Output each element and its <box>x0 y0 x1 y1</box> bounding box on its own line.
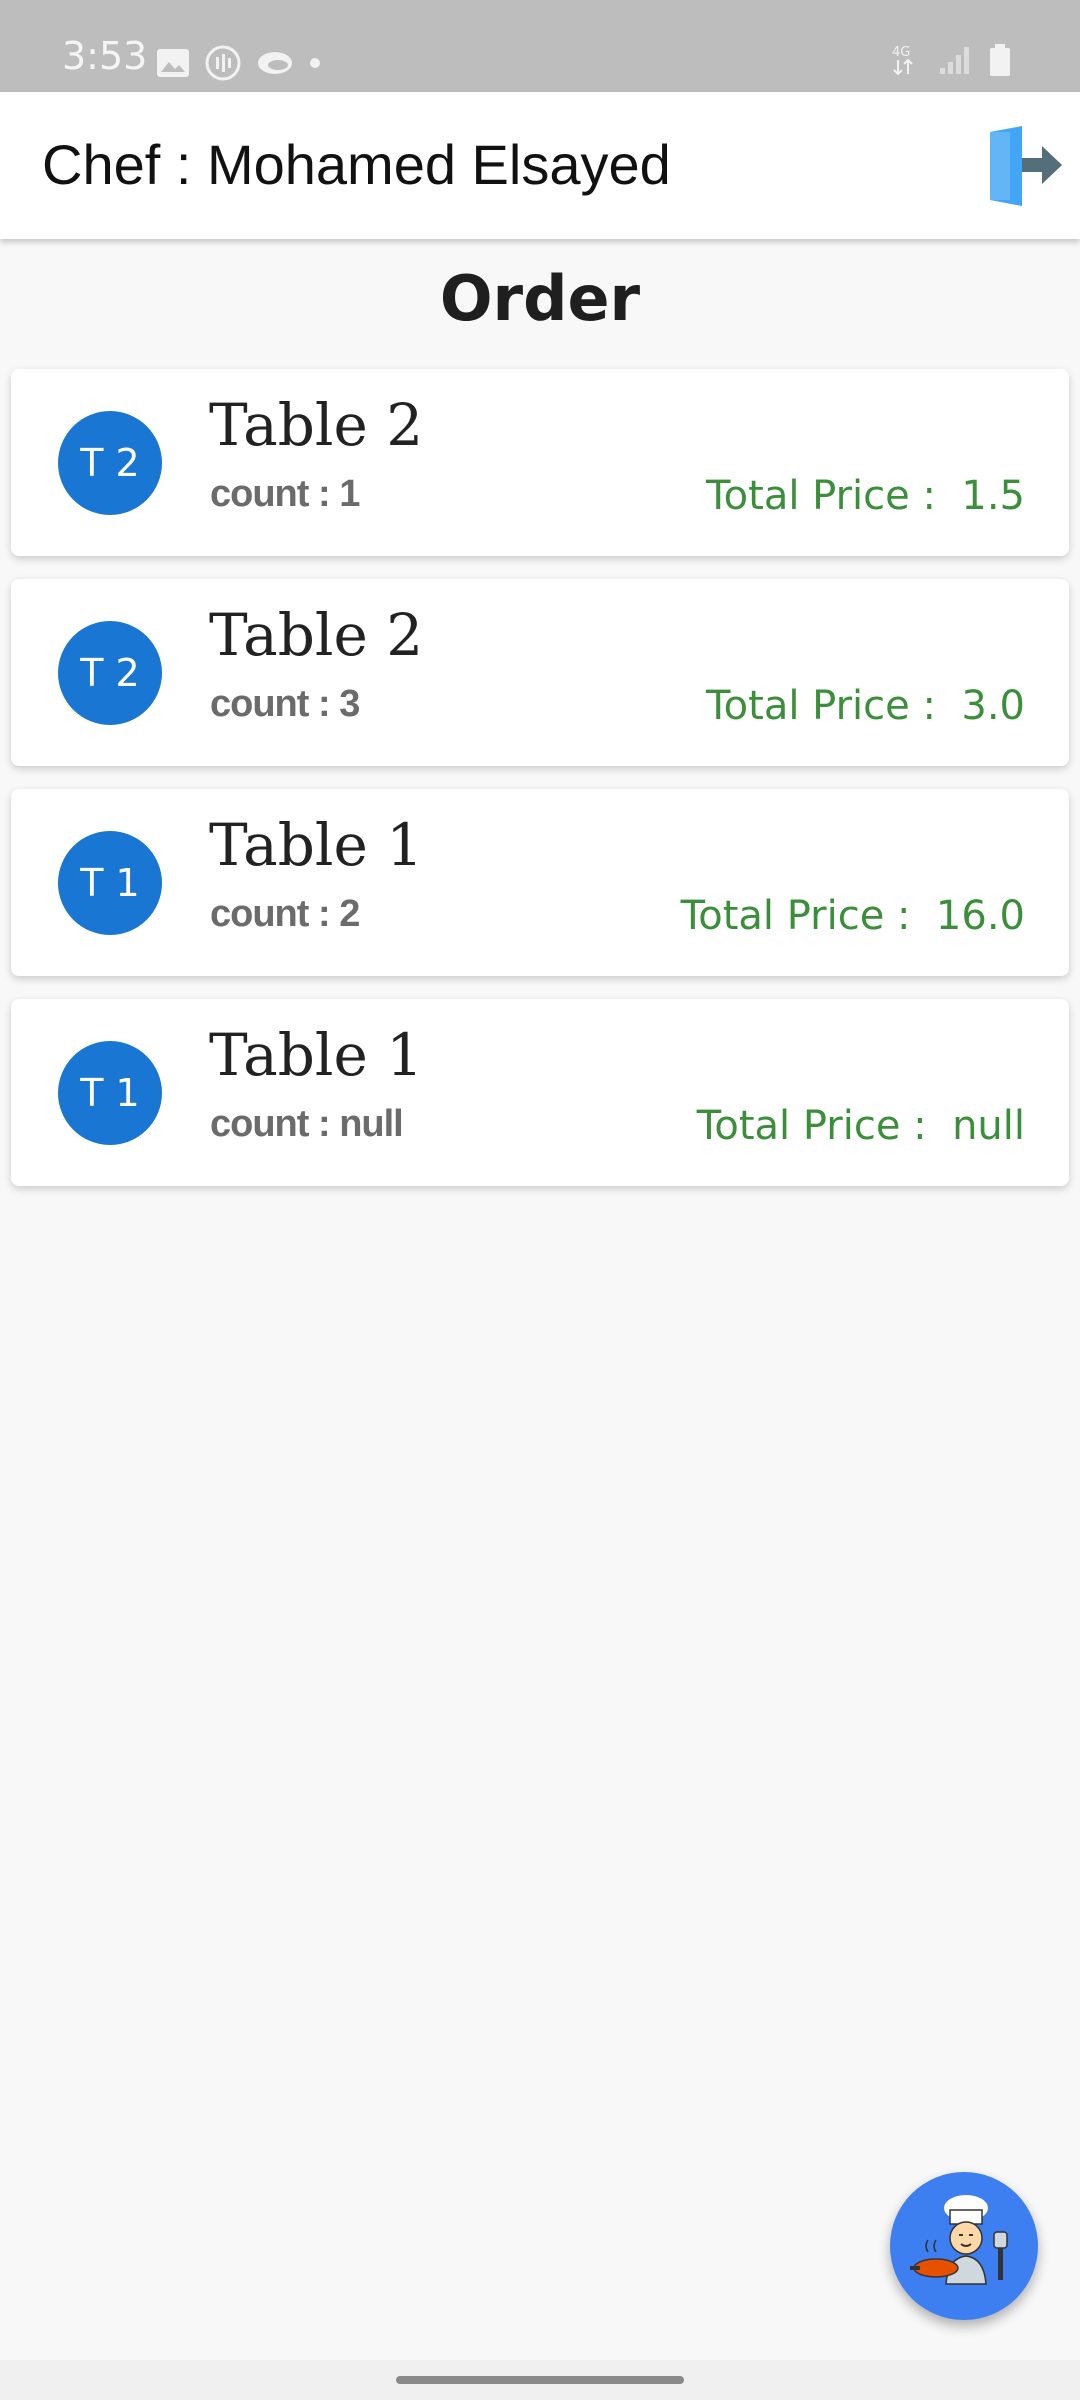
total-price: Total Price : 16.0 <box>680 893 1025 939</box>
chef-cooking-icon <box>910 2195 1008 2285</box>
table-name: Table 2 <box>209 601 424 669</box>
signal-icon <box>940 47 969 74</box>
chef-fab-button[interactable] <box>890 2172 1038 2320</box>
order-count: count : 1 <box>210 473 360 515</box>
navigation-bar <box>0 2360 1080 2400</box>
section-title: Order <box>439 262 641 335</box>
order-card[interactable]: T 1 Table 1 count : 2 Total Price : 16.0 <box>11 789 1069 976</box>
order-list: T 2 Table 2 count : 1 Total Price : 1.5 … <box>11 369 1069 1209</box>
total-price: Total Price : 1.5 <box>706 473 1025 519</box>
svg-text:4G: 4G <box>892 45 910 60</box>
page-title: Chef : Mohamed Elsayed <box>42 133 671 196</box>
status-time: 3:53 <box>62 34 148 78</box>
cloud-icon <box>258 52 292 74</box>
system-icons: 4G <box>890 42 1012 78</box>
table-avatar: T 1 <box>58 1041 162 1145</box>
table-name: Table 2 <box>209 391 424 459</box>
logout-door-icon <box>990 126 1062 206</box>
order-card[interactable]: T 2 Table 2 count : 1 Total Price : 1.5 <box>11 369 1069 556</box>
table-avatar: T 2 <box>58 621 162 725</box>
dot-icon <box>310 58 320 68</box>
logout-button[interactable] <box>976 122 1066 212</box>
total-price: Total Price : null <box>696 1103 1025 1149</box>
network-4g-icon: 4G <box>892 45 913 76</box>
audio-icon <box>205 45 241 81</box>
table-name: Table 1 <box>209 811 424 879</box>
total-price: Total Price : 3.0 <box>706 683 1025 729</box>
table-avatar: T 2 <box>58 411 162 515</box>
order-count: count : 3 <box>210 683 360 725</box>
table-avatar: T 1 <box>58 831 162 935</box>
home-indicator[interactable] <box>396 2376 684 2384</box>
order-count: count : 2 <box>210 893 360 935</box>
notification-icons <box>156 44 322 82</box>
order-card[interactable]: T 1 Table 1 count : null Total Price : n… <box>11 999 1069 1186</box>
app-bar: Chef : Mohamed Elsayed <box>0 92 1080 239</box>
status-bar: 3:53 4G <box>0 0 1080 92</box>
image-icon <box>157 49 189 77</box>
table-name: Table 1 <box>209 1021 424 1089</box>
order-count: count : null <box>210 1103 404 1145</box>
battery-icon <box>990 44 1010 76</box>
order-card[interactable]: T 2 Table 2 count : 3 Total Price : 3.0 <box>11 579 1069 766</box>
